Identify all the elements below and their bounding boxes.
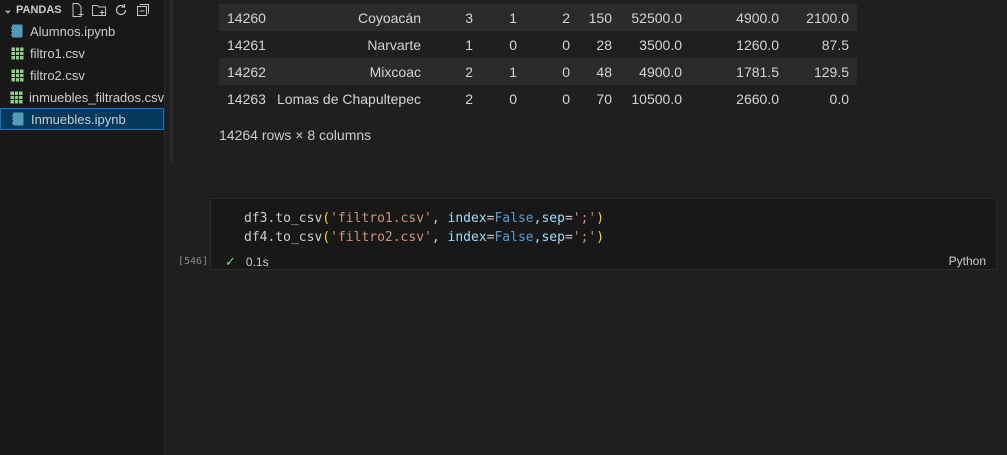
file-item[interactable]: filtro1.csv xyxy=(0,42,164,64)
code-method: .to_csv xyxy=(267,211,323,226)
file-item[interactable]: inmuebles_filtrados.csv xyxy=(0,86,164,108)
file-item[interactable]: Inmuebles.ipynb xyxy=(0,108,164,130)
code-param: index xyxy=(447,230,487,245)
file-item[interactable]: filtro2.csv xyxy=(0,64,164,86)
code-paren: ) xyxy=(596,211,605,226)
collapse-all-icon[interactable] xyxy=(134,1,152,19)
code-paren: ( xyxy=(322,211,331,226)
table-cell: 87.5 xyxy=(821,36,849,53)
table-row: 14263 Lomas de Chapultepec 2 0 0 70 10500.0 266… xyxy=(219,85,857,112)
file-name: inmuebles_filtrados.csv xyxy=(29,89,165,105)
table-cell: Lomas de Chapultepec xyxy=(277,90,421,107)
table-cell: Coyoacán xyxy=(357,9,421,26)
table-cell: Narvarte xyxy=(367,36,421,53)
table-cell: 10500.0 xyxy=(631,90,682,107)
table-cell: 1781.5 xyxy=(736,63,779,80)
code-op: = xyxy=(564,211,573,226)
code-cell[interactable]: df3.to_csv('filtro1.csv', index=False,se… xyxy=(210,198,997,270)
notebook-editor: 14260 Coyoacán 3 1 2 150 52500.0 4900.0 2100.0 14… xyxy=(166,0,1007,455)
table-cell: 1 xyxy=(509,9,517,26)
table-cell: 0.0 xyxy=(829,90,849,107)
notebook-icon xyxy=(10,24,24,38)
table-cell: 2 xyxy=(465,90,473,107)
table-cell: 70 xyxy=(596,90,612,107)
table-cell: 2660.0 xyxy=(736,90,779,107)
code-op: = xyxy=(564,230,573,245)
file-name: filtro2.csv xyxy=(30,67,85,83)
row-index: 14262 xyxy=(227,63,266,80)
file-item[interactable]: Alumnos.ipynb xyxy=(0,20,164,42)
code-sep: , xyxy=(431,230,448,245)
table-cell: 0 xyxy=(562,63,570,80)
table-cell: 0 xyxy=(509,90,517,107)
code-string: ';' xyxy=(572,230,597,245)
output-collapse-bar[interactable] xyxy=(170,0,173,164)
explorer-sidebar: ⌄ PANDAS Alumnos.ipynb filtro1.csv filtro2… xyxy=(0,0,165,455)
code-paren: ( xyxy=(322,230,331,245)
table-cell: 4900.0 xyxy=(736,9,779,26)
row-index: 14261 xyxy=(227,36,266,53)
execution-count: [546] xyxy=(178,256,209,267)
code-string: 'filtro2.csv' xyxy=(330,230,432,245)
table-cell: 2 xyxy=(465,63,473,80)
cell-status: ✓ 0.1s xyxy=(225,254,269,270)
code-param: index xyxy=(447,211,487,226)
code-line: df3.to_csv('filtro1.csv', index=False,se… xyxy=(244,209,604,228)
dataframe-output: 14260 Coyoacán 3 1 2 150 52500.0 4900.0 2100.0 14… xyxy=(219,4,857,112)
file-name: Alumnos.ipynb xyxy=(30,23,116,39)
code-keyword: False xyxy=(494,230,534,245)
file-name: filtro1.csv xyxy=(30,45,85,61)
table-cell: 3 xyxy=(465,9,473,26)
code-sep: , xyxy=(431,211,448,226)
code-line: df4.to_csv('filtro2.csv', index=False,se… xyxy=(244,228,604,247)
table-cell: 150 xyxy=(588,9,612,26)
table-cell: 4900.0 xyxy=(639,63,682,80)
table-cell: 3500.0 xyxy=(639,36,682,53)
code-paren: ) xyxy=(596,230,605,245)
table-cell: 0 xyxy=(509,36,517,53)
table-cell: 1 xyxy=(509,63,517,80)
code-method: .to_csv xyxy=(267,230,323,245)
code-string: 'filtro1.csv' xyxy=(330,211,432,226)
table-cell: 0 xyxy=(562,36,570,53)
table-row: 14262 Mixcoac 2 1 0 48 4900.0 1781.5 129.5 xyxy=(219,58,857,85)
row-index: 14260 xyxy=(227,9,266,26)
table-cell: 28 xyxy=(596,36,612,53)
notebook-icon xyxy=(11,112,25,126)
table-cell: Mixcoac xyxy=(369,63,421,80)
code-editor[interactable]: df3.to_csv('filtro1.csv', index=False,se… xyxy=(244,209,604,247)
code-variable: df3 xyxy=(244,211,268,226)
table-cell: 1 xyxy=(465,36,473,53)
code-keyword: False xyxy=(494,211,534,226)
csv-icon xyxy=(10,90,23,104)
chevron-down-icon: ⌄ xyxy=(3,4,13,16)
table-cell: 48 xyxy=(596,63,612,80)
csv-icon xyxy=(10,46,24,60)
table-cell: 129.5 xyxy=(813,63,849,80)
csv-icon xyxy=(10,68,24,82)
table-cell: 2 xyxy=(562,9,570,26)
cell-language[interactable]: Python xyxy=(949,254,986,268)
table-cell: 52500.0 xyxy=(631,9,682,26)
table-cell: 2100.0 xyxy=(806,9,849,26)
table-cell: 1260.0 xyxy=(736,36,779,53)
file-list: Alumnos.ipynb filtro1.csv filtro2.csv inmue… xyxy=(0,20,164,130)
file-name: Inmuebles.ipynb xyxy=(31,111,126,127)
code-param: sep xyxy=(541,211,565,226)
row-index: 14263 xyxy=(227,90,266,107)
table-row: 14261 Narvarte 1 0 0 28 3500.0 1260.0 87.5 xyxy=(219,31,857,58)
code-param: sep xyxy=(541,230,565,245)
dataframe-shape: 14264 rows × 8 columns xyxy=(219,127,372,143)
new-file-icon[interactable] xyxy=(68,1,86,19)
folder-name: PANDAS xyxy=(16,4,62,16)
explorer-folder-header[interactable]: ⌄ PANDAS xyxy=(0,0,164,20)
table-row: 14260 Coyoacán 3 1 2 150 52500.0 4900.0 2100.0 xyxy=(219,4,857,31)
new-folder-icon[interactable] xyxy=(90,1,108,19)
table-cell: 0 xyxy=(562,90,570,107)
code-variable: df4 xyxy=(244,230,268,245)
refresh-icon[interactable] xyxy=(112,1,130,19)
check-icon: ✓ xyxy=(225,254,236,269)
execution-time: 0.1s xyxy=(245,255,269,269)
code-string: ';' xyxy=(572,211,597,226)
